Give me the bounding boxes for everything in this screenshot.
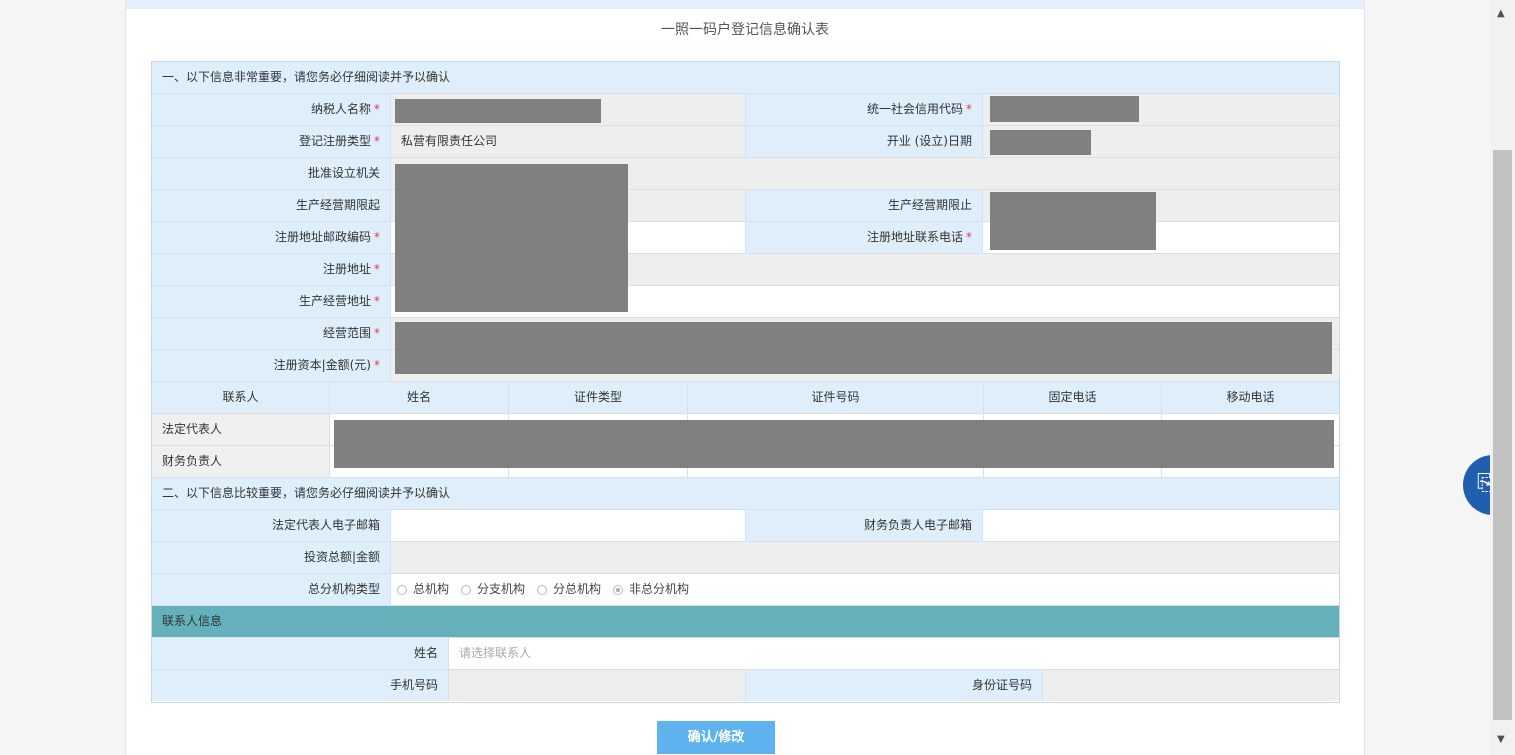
legal-email-label: 法定代表人电子邮箱 bbox=[152, 510, 390, 541]
confirm-modify-button[interactable]: 确认/修改 bbox=[657, 721, 775, 754]
section2-header-row: 二、以下信息比较重要，请您务必仔细阅读并予以确认 bbox=[152, 478, 1339, 510]
row-legal-rep: 法定代表人 bbox=[152, 414, 329, 445]
period-end-label: 生产经营期限止 bbox=[745, 190, 982, 221]
redacted-block bbox=[334, 420, 1334, 468]
scrollbar-thumb[interactable] bbox=[1493, 150, 1512, 720]
finance-email-label: 财务负责人电子邮箱 bbox=[745, 510, 982, 541]
section3-header: 联系人信息 bbox=[152, 606, 1339, 637]
radio-circle-icon bbox=[461, 584, 472, 595]
required-mark: * bbox=[374, 230, 380, 244]
redacted-block bbox=[395, 164, 628, 312]
form-row: 法定代表人电子邮箱 财务负责人电子邮箱 bbox=[152, 510, 1339, 542]
form-row: 批准设立机关 bbox=[152, 158, 1339, 190]
redacted-block bbox=[990, 192, 1156, 250]
biz-address-label: 生产经营地址 * bbox=[152, 286, 390, 317]
required-mark: * bbox=[374, 294, 380, 308]
required-mark: * bbox=[374, 262, 380, 276]
redacted-block bbox=[395, 322, 1332, 374]
col-id-type: 证件类型 bbox=[508, 382, 687, 413]
redacted-block bbox=[395, 99, 601, 123]
confirmation-form: 一、以下信息非常重要，请您务必仔细阅读并予以确认 纳税人名称 * 统一社会信用代码… bbox=[151, 61, 1340, 703]
form-row: 生产经营期限起 生产经营期限止 bbox=[152, 190, 1339, 222]
contact-name-placeholder: 请选择联系人 bbox=[459, 646, 532, 660]
col-contact: 联系人 bbox=[152, 382, 329, 413]
radio-head-office[interactable]: 总机构 bbox=[397, 574, 449, 605]
row-finance-head: 财务负责人 bbox=[152, 446, 329, 477]
required-mark: * bbox=[374, 326, 380, 340]
radio-selected-icon bbox=[613, 584, 624, 595]
form-row: 总分机构类型 总机构 分支机构 分总机构 非总分机构 bbox=[152, 574, 1339, 606]
mobile-label: 手机号码 bbox=[152, 670, 448, 701]
postal-code-label: 注册地址邮政编码 * bbox=[152, 222, 390, 253]
legal-email-input[interactable] bbox=[390, 510, 745, 541]
scroll-up-icon[interactable]: ▲ bbox=[1497, 8, 1505, 19]
mobile-value bbox=[448, 670, 745, 701]
reg-type-value: 私营有限责任公司 bbox=[390, 126, 745, 157]
contact-name-label: 姓名 bbox=[152, 638, 448, 669]
taxpayer-name-label: 纳税人名称 * bbox=[152, 94, 390, 125]
contact-name-select[interactable]: 请选择联系人 bbox=[448, 638, 1339, 669]
form-row: 纳税人名称 * 统一社会信用代码 * bbox=[152, 94, 1339, 126]
branch-radio-group: 总机构 分支机构 分总机构 非总分机构 bbox=[397, 574, 1339, 605]
form-row: 注册地址邮政编码 * 注册地址联系电话 * bbox=[152, 222, 1339, 254]
redacted-block bbox=[990, 130, 1091, 155]
required-mark: * bbox=[966, 102, 972, 116]
period-start-label: 生产经营期限起 bbox=[152, 190, 390, 221]
page-title: 一照一码户登记信息确认表 bbox=[661, 22, 829, 38]
required-mark: * bbox=[966, 230, 972, 244]
form-row: 手机号码 身份证号码 bbox=[152, 670, 1339, 702]
required-mark: * bbox=[374, 134, 380, 148]
required-mark: * bbox=[374, 102, 380, 116]
reg-capital-label: 注册资本|金额(元) * bbox=[152, 350, 390, 381]
section1-header-row: 一、以下信息非常重要，请您务必仔细阅读并予以确认 bbox=[152, 62, 1339, 94]
approval-org-label: 批准设立机关 bbox=[152, 158, 390, 189]
required-mark: * bbox=[374, 358, 380, 372]
id-number-value bbox=[1042, 670, 1339, 701]
form-row: 登记注册类型 * 私营有限责任公司 开业 (设立)日期 bbox=[152, 126, 1339, 158]
radio-circle-icon bbox=[397, 584, 407, 595]
branch-type-label: 总分机构类型 bbox=[152, 574, 390, 605]
col-id-number: 证件号码 bbox=[687, 382, 983, 413]
form-row: 注册地址 * bbox=[152, 254, 1339, 286]
credit-code-label: 统一社会信用代码 * bbox=[745, 94, 982, 125]
scroll-down-icon[interactable]: ▼ bbox=[1497, 734, 1505, 745]
finance-email-input[interactable] bbox=[982, 510, 1339, 541]
branch-type-options: 总机构 分支机构 分总机构 非总分机构 bbox=[390, 574, 1339, 605]
open-date-label: 开业 (设立)日期 bbox=[745, 126, 982, 157]
redacted-block bbox=[990, 96, 1139, 122]
contacts-header-row: 联系人 姓名 证件类型 证件号码 固定电话 移动电话 bbox=[152, 382, 1339, 414]
section2-header: 二、以下信息比较重要，请您务必仔细阅读并予以确认 bbox=[152, 478, 1339, 509]
reg-address-label: 注册地址 * bbox=[152, 254, 390, 285]
main-panel: 一照一码户登记信息确认表 一、以下信息非常重要，请您务必仔细阅读并予以确认 纳税… bbox=[125, 0, 1365, 755]
section1-header: 一、以下信息非常重要，请您务必仔细阅读并予以确认 bbox=[152, 62, 1339, 93]
id-number-label: 身份证号码 bbox=[745, 670, 1042, 701]
reg-type-label: 登记注册类型 * bbox=[152, 126, 390, 157]
radio-branch[interactable]: 分支机构 bbox=[461, 574, 525, 605]
reg-phone-label: 注册地址联系电话 * bbox=[745, 222, 982, 253]
biz-scope-label: 经营范围 * bbox=[152, 318, 390, 349]
investment-label: 投资总额|金额 bbox=[152, 542, 390, 573]
radio-sub-head[interactable]: 分总机构 bbox=[537, 574, 601, 605]
form-row: 生产经营地址 * bbox=[152, 286, 1339, 318]
col-name: 姓名 bbox=[329, 382, 508, 413]
investment-value bbox=[390, 542, 1339, 573]
section3-header-row: 联系人信息 bbox=[152, 606, 1339, 638]
radio-non-branch[interactable]: 非总分机构 bbox=[613, 574, 689, 605]
form-row: 投资总额|金额 bbox=[152, 542, 1339, 574]
col-landline: 固定电话 bbox=[983, 382, 1161, 413]
col-mobile: 移动电话 bbox=[1161, 382, 1339, 413]
scrollbar[interactable]: ▲ ▼ bbox=[1490, 0, 1515, 755]
top-strip bbox=[126, 0, 1364, 9]
radio-circle-icon bbox=[537, 584, 548, 595]
form-row: 姓名 请选择联系人 bbox=[152, 638, 1339, 670]
